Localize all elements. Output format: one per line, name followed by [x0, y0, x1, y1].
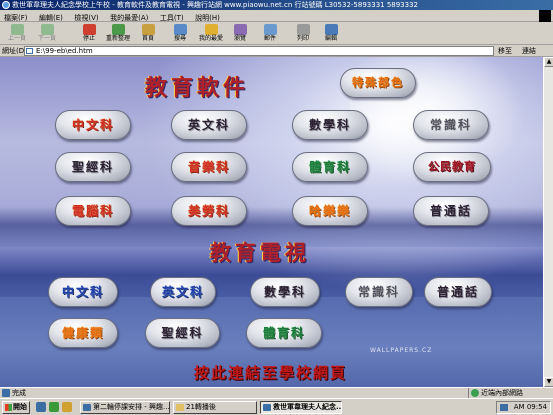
tv-heading: 教育電視: [210, 240, 310, 265]
ie-window-icon: [83, 404, 91, 411]
software-bible-button[interactable]: 聖經科: [55, 152, 131, 182]
address-value: E:\99-eb\ed.htm: [36, 47, 93, 55]
zone-label: 近端內部網路: [481, 389, 523, 397]
task-label: 第二輪停課安排 - 興趣...: [93, 403, 170, 411]
edit-icon: [324, 24, 338, 35]
start-button[interactable]: 開始: [2, 401, 30, 414]
school-homepage-link[interactable]: 按此連結至學校網頁: [194, 362, 347, 383]
software-fun-button[interactable]: 哈樂樂: [292, 196, 368, 226]
page-done-icon: [2, 389, 10, 397]
back-button[interactable]: 上一頁: [4, 23, 30, 44]
history-button[interactable]: 瀏覽: [230, 23, 250, 44]
status-text: 完成: [12, 389, 26, 397]
status-bar: 完成 近端內部網路: [0, 387, 553, 398]
vertical-scrollbar[interactable]: ▲ ▼: [543, 57, 553, 387]
refresh-icon: [111, 24, 125, 35]
search-button[interactable]: 搜尋: [170, 23, 190, 44]
address-input[interactable]: E:\99-eb\ed.htm: [24, 46, 494, 56]
page-icon: [26, 48, 33, 54]
software-music-button[interactable]: 音樂科: [171, 152, 247, 182]
forward-arrow-icon: [40, 24, 54, 35]
tv-chinese-button[interactable]: 中文科: [48, 277, 118, 307]
search-icon: [173, 24, 187, 35]
tv-pe-button[interactable]: 體育科: [246, 318, 322, 348]
tv-english-button[interactable]: 英文科: [150, 277, 216, 307]
start-label: 開始: [13, 403, 27, 411]
software-computer-button[interactable]: 電腦科: [55, 196, 131, 226]
go-button[interactable]: 移至: [498, 45, 512, 57]
scroll-up-icon[interactable]: ▲: [544, 57, 553, 67]
task-button-3[interactable]: 救世軍韋理夫人紀念...: [260, 401, 342, 414]
software-putonghua-button[interactable]: 普通話: [413, 196, 489, 226]
task-button-2[interactable]: 21轉播後: [173, 401, 257, 414]
history-icon: [233, 24, 247, 35]
software-pe-button[interactable]: 體育科: [292, 152, 368, 182]
home-button[interactable]: 首頁: [138, 23, 158, 44]
quicklaunch-desktop-icon[interactable]: [49, 402, 59, 412]
scroll-down-icon[interactable]: ▼: [544, 377, 553, 387]
favorites-button[interactable]: 我的最愛: [196, 23, 226, 44]
system-tray: AM 09:54: [496, 401, 551, 414]
tray-network-icon[interactable]: [500, 404, 508, 411]
edit-button[interactable]: 編輯: [320, 23, 342, 44]
software-heading: 教育軟件: [145, 75, 250, 101]
task-button-1[interactable]: 第二輪停課安排 - 興趣...: [80, 401, 170, 414]
page-content: 教育軟件 特殊部色 中文科 英文科 數學科 常識科 聖經科 音樂科 體育科 公民…: [0, 57, 543, 387]
software-math-button[interactable]: 數學科: [292, 110, 368, 140]
ie-window-icon: [263, 404, 271, 411]
software-art-button[interactable]: 美勞科: [171, 196, 247, 226]
folder-icon: [176, 404, 184, 411]
tv-health-button[interactable]: 健康類: [48, 318, 118, 348]
print-button[interactable]: 列印: [292, 23, 314, 44]
quicklaunch-ie-icon[interactable]: [36, 402, 46, 412]
forward-button[interactable]: 下一頁: [34, 23, 60, 44]
security-zone: 近端內部網路: [468, 388, 523, 398]
special-button[interactable]: 特殊部色: [340, 68, 416, 98]
tv-general-studies-button[interactable]: 常識科: [345, 277, 413, 307]
back-arrow-icon: [10, 24, 24, 35]
mail-icon: [263, 24, 277, 35]
home-icon: [141, 24, 155, 35]
ie-logo-icon: [2, 1, 10, 9]
links-button[interactable]: 連結: [522, 45, 536, 57]
toolbar: 上一頁 下一頁 停止 重新整理 首頁 搜尋 我的最愛 瀏覽 郵件 列印 編輯: [0, 22, 553, 45]
windows-logo-icon: [539, 10, 551, 22]
wallpaper-watermark: WALLPAPERS.CZ: [370, 347, 433, 354]
window-title-bar[interactable]: 救世軍韋理夫人紀念學校上午校 - 教育軟件及教育電視 - 興趣行站網 www.p…: [0, 0, 553, 10]
windows-flag-icon: [5, 404, 12, 411]
printer-icon: [296, 24, 310, 35]
task-label: 救世軍韋理夫人紀念...: [273, 403, 342, 411]
task-label: 21轉播後: [186, 403, 216, 411]
address-bar: 網址(D) E:\99-eb\ed.htm 移至 連結: [0, 45, 553, 57]
software-chinese-button[interactable]: 中文科: [55, 110, 131, 140]
stop-button[interactable]: 停止: [78, 23, 100, 44]
mail-button[interactable]: 郵件: [260, 23, 280, 44]
menu-bar: 檔案(F) 編輯(E) 檢視(V) 我的最愛(A) 工具(T) 說明(H): [0, 10, 553, 22]
software-civic-button[interactable]: 公民教育: [413, 152, 491, 182]
clock: AM 09:54: [513, 403, 547, 411]
tv-math-button[interactable]: 數學科: [250, 277, 320, 307]
taskbar: 開始 第二輪停課安排 - 興趣... 21轉播後 救世軍韋理夫人紀念... AM…: [0, 398, 553, 415]
tv-putonghua-button[interactable]: 普通話: [424, 277, 492, 307]
intranet-zone-icon: [471, 389, 479, 397]
tv-bible-button[interactable]: 聖經科: [145, 318, 220, 348]
window-title: 救世軍韋理夫人紀念學校上午校 - 教育軟件及教育電視 - 興趣行站網 www.p…: [12, 1, 418, 9]
software-english-button[interactable]: 英文科: [171, 110, 247, 140]
stop-icon: [82, 24, 96, 35]
favorites-star-icon: [204, 24, 218, 35]
refresh-button[interactable]: 重新整理: [104, 23, 132, 44]
software-general-studies-button[interactable]: 常識科: [413, 110, 489, 140]
quicklaunch-mail-icon[interactable]: [62, 402, 72, 412]
